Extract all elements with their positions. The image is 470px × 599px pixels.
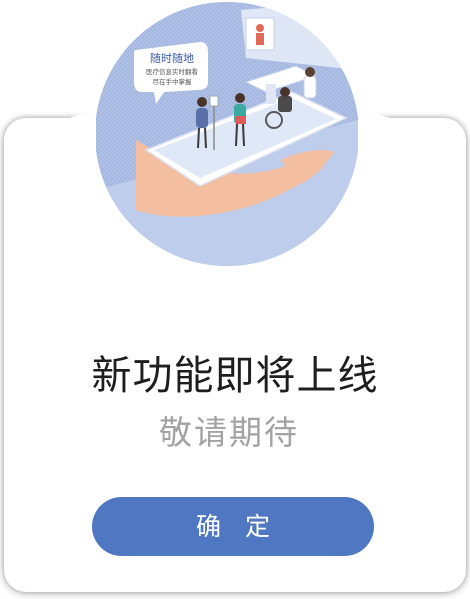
- confirm-button[interactable]: 确 定: [92, 497, 374, 556]
- dialog-subtitle: 敬请期待: [159, 413, 299, 452]
- dialog-overlay: 随时随地 医疗信息实时翻看 尽在手中掌握 HOSPITAL 新功能即将上线 敬请…: [0, 0, 470, 599]
- wall-text: HOSPITAL: [331, 34, 358, 52]
- dialog-title: 新功能即将上线: [91, 353, 379, 399]
- illustration: 随时随地 医疗信息实时翻看 尽在手中掌握 HOSPITAL: [96, 0, 358, 276]
- bubble-line3: 尽在手中掌握: [153, 77, 193, 86]
- bubble-line1: 随时随地: [150, 51, 194, 65]
- bubble-line2: 医疗信息实时翻看: [146, 67, 199, 76]
- telemedicine-illustration: 随时随地 医疗信息实时翻看 尽在手中掌握 HOSPITAL: [96, 2, 358, 266]
